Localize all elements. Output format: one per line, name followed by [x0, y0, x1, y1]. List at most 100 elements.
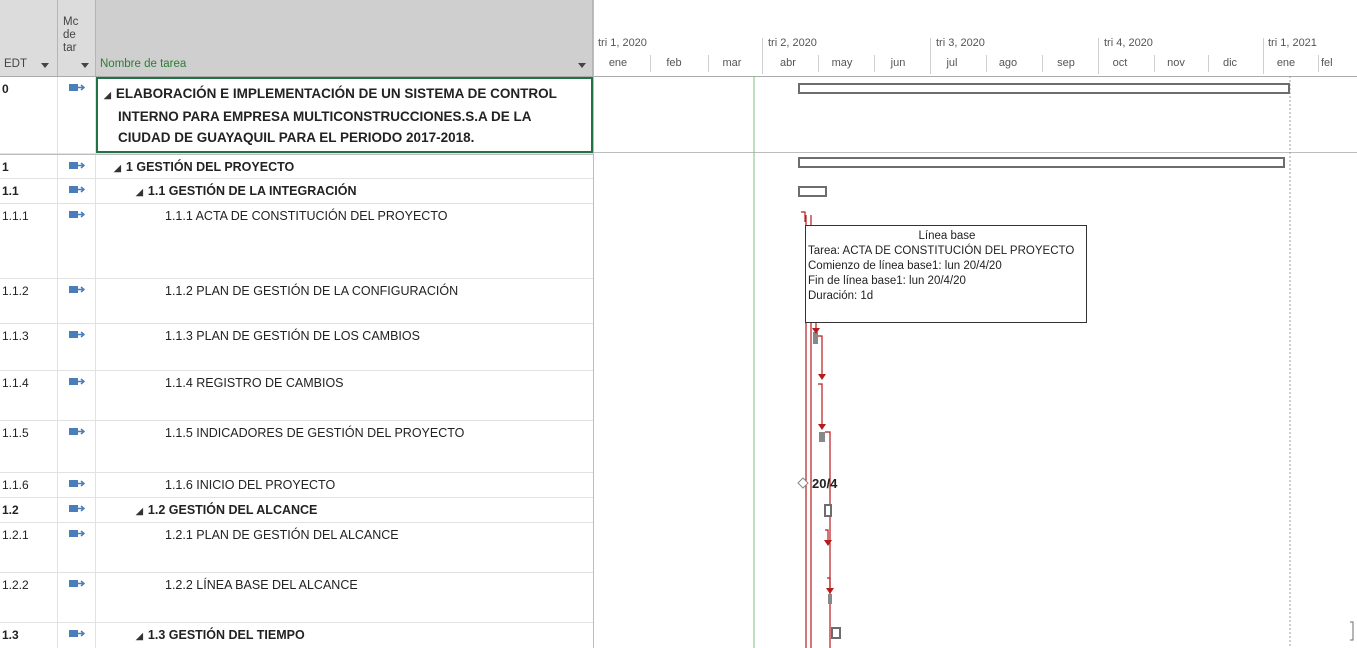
row-name-line-1: ELABORACIÓN E IMPLEMENTACIÓN DE UN SISTE…: [115, 86, 557, 101]
row-edt: 1.2: [0, 498, 58, 522]
row-name-text: 1 GESTIÓN DEL PROYECTO: [125, 160, 295, 174]
row-name-text: 1.1 GESTIÓN DE LA INTEGRACIÓN: [147, 184, 357, 198]
auto-schedule-icon: [69, 530, 85, 537]
baseline-tooltip: Línea base Tarea: ACTA DE CONSTITUCIÓN D…: [805, 225, 1087, 323]
task-mode-cell: [58, 279, 96, 323]
collapse-triangle-icon[interactable]: ◢: [136, 506, 143, 517]
table-row[interactable]: 1.1 ◢ 1.1 GESTIÓN DE LA INTEGRACIÓN: [0, 179, 593, 204]
table-row[interactable]: 1.1.5 1.1.5 INDICADORES DE GESTIÓN DEL P…: [0, 421, 593, 473]
table-row[interactable]: 1.1.6 1.1.6 INICIO DEL PROYECTO: [0, 473, 593, 498]
row-name[interactable]: ◢ 1 GESTIÓN DEL PROYECTO: [96, 155, 593, 178]
collapse-triangle-icon[interactable]: ◢: [114, 163, 121, 174]
table-row[interactable]: 1.1.2 1.1.2 PLAN DE GESTIÓN DE LA CONFIG…: [0, 279, 593, 324]
tooltip-title: Línea base: [918, 230, 976, 242]
task-mode-cell: [58, 324, 96, 370]
row-name[interactable]: 1.1.3 PLAN DE GESTIÓN DE LOS CAMBIOS: [96, 324, 593, 370]
task-grid: EDT Mc de tar Nombre de tarea 0 ◢ ELABORA…: [0, 0, 594, 648]
auto-schedule-icon: [69, 630, 85, 637]
column-header-name[interactable]: Nombre de tarea: [96, 0, 593, 76]
milestone-date-label: 20/4: [812, 476, 838, 491]
task-mode-cell: [58, 623, 96, 648]
table-row[interactable]: 1.1.1 1.1.1 ACTA DE CONSTITUCIÓN DEL PRO…: [0, 204, 593, 279]
row-edt: 1.2.2: [0, 573, 58, 622]
collapse-triangle-icon[interactable]: ◢: [136, 187, 143, 198]
row-name[interactable]: ◢ 1.1 GESTIÓN DE LA INTEGRACIÓN: [96, 179, 593, 203]
row-name-line-3: CIUDAD DE GUAYAQUIL PARA EL PERIODO 2017…: [118, 130, 475, 145]
row-name[interactable]: 1.1.2 PLAN DE GESTIÓN DE LA CONFIGURACIÓ…: [96, 279, 593, 323]
row-name[interactable]: 1.1.4 REGISTRO DE CAMBIOS: [96, 371, 593, 420]
table-row[interactable]: 1.2.2 1.2.2 LÍNEA BASE DEL ALCANCE: [0, 573, 593, 623]
row-name[interactable]: 1.1.5 INDICADORES DE GESTIÓN DEL PROYECT…: [96, 421, 593, 472]
row-edt: 1.1.1: [0, 204, 58, 278]
tooltip-end: Fin de línea base1: lun 20/4/20: [808, 275, 966, 287]
row-edt: 1.2.1: [0, 523, 58, 572]
row-edt: 1.3: [0, 623, 58, 648]
chevron-down-icon[interactable]: [578, 63, 586, 68]
auto-schedule-icon: [69, 211, 85, 218]
task-mode-cell: [58, 421, 96, 472]
auto-schedule-icon: [69, 428, 85, 435]
table-row[interactable]: 1.1.4 1.1.4 REGISTRO DE CAMBIOS: [0, 371, 593, 421]
grid-header: EDT Mc de tar Nombre de tarea: [0, 0, 593, 77]
auto-schedule-icon: [69, 286, 85, 293]
row-edt: 1: [0, 155, 58, 178]
row-edt: 1.1.6: [0, 473, 58, 497]
column-header-mode-label-2: de: [63, 29, 76, 41]
row-name[interactable]: 1.2.2 LÍNEA BASE DEL ALCANCE: [96, 573, 593, 622]
row-name[interactable]: 1.1.6 INICIO DEL PROYECTO: [96, 473, 593, 497]
row-name[interactable]: ◢ 1.3 GESTIÓN DEL TIEMPO: [96, 623, 593, 648]
column-header-mode[interactable]: Mc de tar: [58, 0, 96, 76]
collapse-triangle-icon[interactable]: ◢: [136, 631, 143, 642]
task-mode-cell: [58, 179, 96, 203]
gantt-canvas: [753, 76, 1354, 648]
row-edt: 1.1.2: [0, 279, 58, 323]
column-header-mode-label-3: tar: [63, 42, 77, 54]
auto-schedule-icon: [69, 186, 85, 193]
task-mode-cell: [58, 204, 96, 278]
auto-schedule-icon: [69, 505, 85, 512]
table-row[interactable]: 1 ◢ 1 GESTIÓN DEL PROYECTO: [0, 154, 593, 179]
auto-schedule-icon: [69, 84, 85, 91]
column-header-name-label: Nombre de tarea: [100, 58, 187, 70]
row-name-selected[interactable]: ◢ ELABORACIÓN E IMPLEMENTACIÓN DE UN SIST…: [96, 77, 593, 153]
collapse-triangle-icon[interactable]: ◢: [104, 85, 111, 106]
row-edt: 1.1.5: [0, 421, 58, 472]
task-mode-cell: [58, 77, 96, 153]
tooltip-duration: Duración: 1d: [808, 290, 874, 302]
table-row[interactable]: 1.2 ◢ 1.2 GESTIÓN DEL ALCANCE: [0, 498, 593, 523]
table-row[interactable]: 0 ◢ ELABORACIÓN E IMPLEMENTACIÓN DE UN SI…: [0, 77, 593, 154]
table-row[interactable]: 1.3 ◢ 1.3 GESTIÓN DEL TIEMPO: [0, 623, 593, 648]
row-name[interactable]: 1.2.1 PLAN DE GESTIÓN DEL ALCANCE: [96, 523, 593, 572]
row-edt: 1.1.3: [0, 324, 58, 370]
column-header-edt[interactable]: EDT: [0, 0, 58, 76]
row-name[interactable]: 1.1.1 ACTA DE CONSTITUCIÓN DEL PROYECTO: [96, 204, 593, 278]
row-name-text: 1.3 GESTIÓN DEL TIEMPO: [147, 628, 305, 642]
task-mode-cell: [58, 498, 96, 522]
table-row[interactable]: 1.2.1 1.2.1 PLAN DE GESTIÓN DEL ALCANCE: [0, 523, 593, 573]
name-line: ◢ ELABORACIÓN E IMPLEMENTACIÓN DE UN SIST…: [104, 83, 591, 106]
column-header-edt-label: EDT: [4, 58, 27, 70]
row-edt: 0: [0, 77, 58, 153]
table-row[interactable]: 1.1.3 1.1.3 PLAN DE GESTIÓN DE LOS CAMBI…: [0, 324, 593, 371]
chevron-down-icon[interactable]: [41, 63, 49, 68]
task-mode-cell: [58, 371, 96, 420]
gantt-chart[interactable]: tri 1, 2020 tri 2, 2020 tri 3, 2020 tri …: [594, 0, 1357, 648]
auto-schedule-icon: [69, 580, 85, 587]
auto-schedule-icon: [69, 331, 85, 338]
task-mode-cell: [58, 155, 96, 178]
row-edt: 1.1.4: [0, 371, 58, 420]
column-header-mode-label-1: Mc: [63, 16, 79, 28]
auto-schedule-icon: [69, 480, 85, 487]
tooltip-task: Tarea: ACTA DE CONSTITUCIÓN DEL PROYECTO: [808, 245, 1075, 257]
chevron-down-icon[interactable]: [81, 63, 89, 68]
auto-schedule-icon: [69, 162, 85, 169]
row-edt: 1.1: [0, 179, 58, 203]
task-mode-cell: [58, 573, 96, 622]
row-name-text: 1.2 GESTIÓN DEL ALCANCE: [147, 503, 318, 517]
tooltip-start: Comienzo de línea base1: lun 20/4/20: [808, 260, 1002, 272]
row-name-line-2: INTERNO PARA EMPRESA MULTICONSTRUCCIONES…: [118, 109, 532, 124]
auto-schedule-icon: [69, 378, 85, 385]
task-mode-cell: [58, 473, 96, 497]
task-mode-cell: [58, 523, 96, 572]
row-name[interactable]: ◢ 1.2 GESTIÓN DEL ALCANCE: [96, 498, 593, 522]
